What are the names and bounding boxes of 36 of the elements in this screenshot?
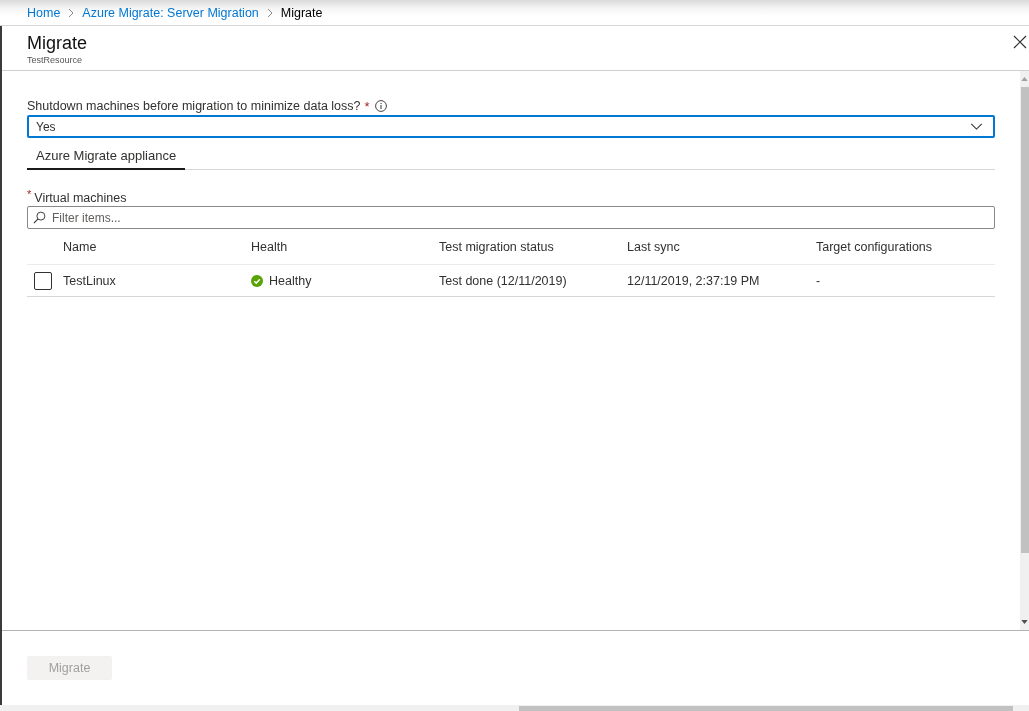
column-header: Target configurations xyxy=(816,239,934,254)
chevron-right-icon xyxy=(68,7,75,18)
row-checkbox[interactable] xyxy=(34,271,52,290)
scrollbar-thumb[interactable] xyxy=(1021,87,1029,553)
table-cell-text: TestLinux xyxy=(63,273,117,288)
field-label: Shutdown machines before migration to minimize data loss? xyxy=(27,99,361,113)
scrollbar-thumb[interactable] xyxy=(519,706,1013,711)
scrollbar[interactable] xyxy=(1020,71,1029,630)
filter-field[interactable]: Filter items... xyxy=(27,206,995,229)
health-status: Healthy xyxy=(269,273,312,288)
chevron-right-icon xyxy=(266,7,273,18)
check-circle-icon xyxy=(251,274,263,287)
table-cell-text: - xyxy=(816,273,822,288)
breadcrumb-link[interactable]: Home xyxy=(27,5,61,20)
close-icon[interactable] xyxy=(1013,35,1027,49)
column-header: Health xyxy=(251,239,289,254)
up-arrow-icon[interactable] xyxy=(1021,77,1028,81)
column-header: Test migration status xyxy=(439,239,555,254)
down-arrow-icon[interactable] xyxy=(1021,620,1028,624)
column-header: Last sync xyxy=(627,239,681,254)
dropdown[interactable]: Yes xyxy=(27,115,995,138)
table-cell-text: Test done (12/11/2019) xyxy=(439,273,568,288)
breadcrumb-link[interactable]: Azure Migrate: Server Migration xyxy=(82,5,259,20)
table-cell-text: 12/11/2019, 2:37:19 PM xyxy=(627,273,761,288)
required-mark: * xyxy=(364,98,370,114)
search-icon xyxy=(33,211,46,224)
scrollbar[interactable] xyxy=(0,705,1029,711)
chevron-down-icon xyxy=(970,123,983,130)
info-icon[interactable] xyxy=(374,100,387,112)
column-header: Name xyxy=(63,239,98,254)
panel-title: Migrate xyxy=(27,32,88,54)
field-label: Virtual machines xyxy=(34,190,127,205)
tab[interactable]: Azure Migrate appliance xyxy=(27,140,186,170)
panel-subtitle: TestResource xyxy=(27,55,84,66)
required-mark: * xyxy=(27,189,32,200)
breadcrumb-link[interactable]: Migrate xyxy=(280,5,323,20)
